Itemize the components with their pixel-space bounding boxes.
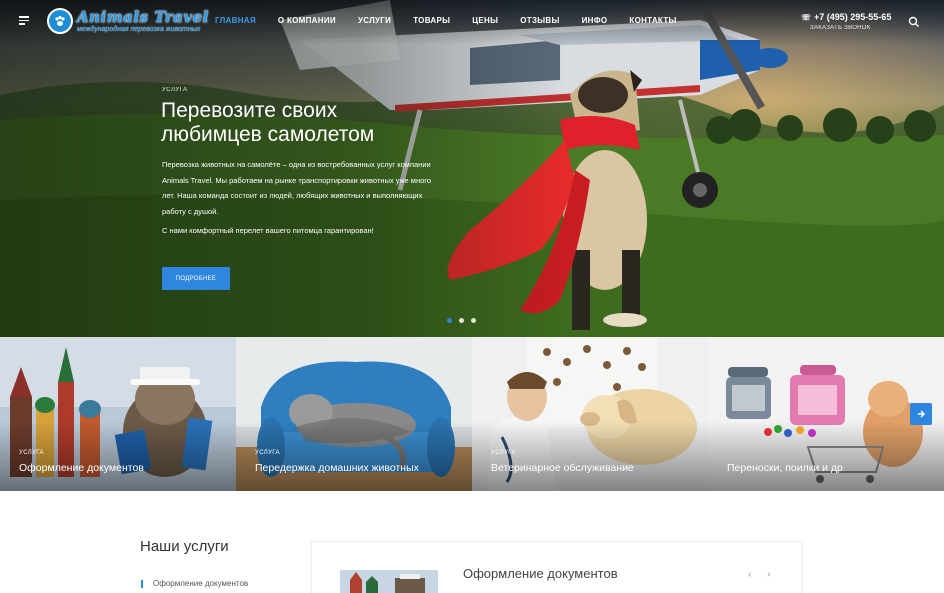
hero-tag: Услуга	[162, 87, 188, 93]
slider-dots	[447, 318, 483, 323]
tile-tag: Услуга	[255, 450, 280, 456]
logo[interactable]: Animals Travel международная перевозка ж…	[47, 8, 209, 34]
nav-item-contacts[interactable]: Контакты	[629, 16, 676, 25]
tile-documents[interactable]: Услуга Оформление документов	[0, 337, 236, 491]
tile-title: Ветеринарное обслуживание	[491, 462, 634, 474]
nav-item-home[interactable]: Главная	[215, 16, 256, 25]
tile-carriers[interactable]: Переноски, поилки и др	[708, 337, 944, 491]
hero-note: С нами комфортный перелет вашего питомца…	[162, 226, 374, 235]
chevron-left-icon[interactable]: ‹	[748, 569, 751, 580]
tile-title: Оформление документов	[19, 462, 144, 474]
chevron-right-icon[interactable]: ›	[767, 569, 770, 580]
paw-icon	[47, 8, 73, 34]
hero-slider: Animals Travel международная перевозка ж…	[0, 0, 944, 337]
nav-item-services[interactable]: Услуги	[358, 16, 391, 25]
logo-title: Animals Travel	[77, 7, 209, 26]
phone-icon: ☏	[801, 13, 812, 22]
tile-title: Передержка домашних животных	[255, 462, 419, 474]
nav-item-reviews[interactable]: Отзывы	[520, 16, 559, 25]
hamburger-menu-icon[interactable]	[19, 16, 29, 27]
hero-title: Перевозите своих любимцев самолетом	[161, 99, 375, 146]
service-tiles: Услуга Оформление документов Услуга Пере…	[0, 337, 944, 491]
hero-description: Перевозка животных на самолёте – одна из…	[162, 160, 432, 216]
tile-veterinary[interactable]: Услуга Ветеринарное обслуживание	[472, 337, 708, 491]
slider-dot-1[interactable]	[447, 318, 452, 323]
tile-pet-boarding[interactable]: Услуга Передержка домашних животных	[236, 337, 472, 491]
arrow-right-icon	[918, 410, 925, 418]
search-icon[interactable]	[908, 15, 920, 27]
phone-number: +7 (495) 295-55-65	[814, 12, 892, 22]
nav-item-prices[interactable]: Цены	[472, 16, 498, 25]
main-nav: Главная О компании Услуги Товары Цены От…	[215, 16, 699, 25]
slider-dot-3[interactable]	[471, 318, 476, 323]
tile-tag: Услуга	[491, 450, 516, 456]
tile-shade	[236, 421, 472, 491]
more-button[interactable]: Подробнее	[162, 267, 230, 290]
nav-item-products[interactable]: Товары	[413, 16, 450, 25]
phone-link[interactable]: ☏ +7 (495) 295-55-65	[801, 12, 891, 22]
slider-dot-2[interactable]	[459, 318, 464, 323]
hero-overlay	[0, 0, 944, 337]
tiles-next-button[interactable]	[910, 403, 932, 425]
tile-shade	[472, 421, 708, 491]
logo-subtitle: международная перевозка животных	[77, 25, 201, 33]
tile-shade	[0, 421, 236, 491]
nav-item-about[interactable]: О компании	[278, 16, 336, 25]
services-side-item[interactable]: Оформление документов	[141, 579, 248, 588]
service-card-thumbnail	[340, 570, 438, 593]
services-heading: Наши услуги	[140, 538, 229, 555]
tile-tag: Услуга	[19, 450, 44, 456]
tile-title: Переноски, поилки и др	[727, 462, 843, 474]
nav-item-info[interactable]: Инфо	[582, 16, 608, 25]
tile-shade	[708, 421, 944, 491]
service-card-title: Оформление документов	[463, 566, 618, 581]
callback-link[interactable]: Заказать звонок	[810, 25, 871, 31]
